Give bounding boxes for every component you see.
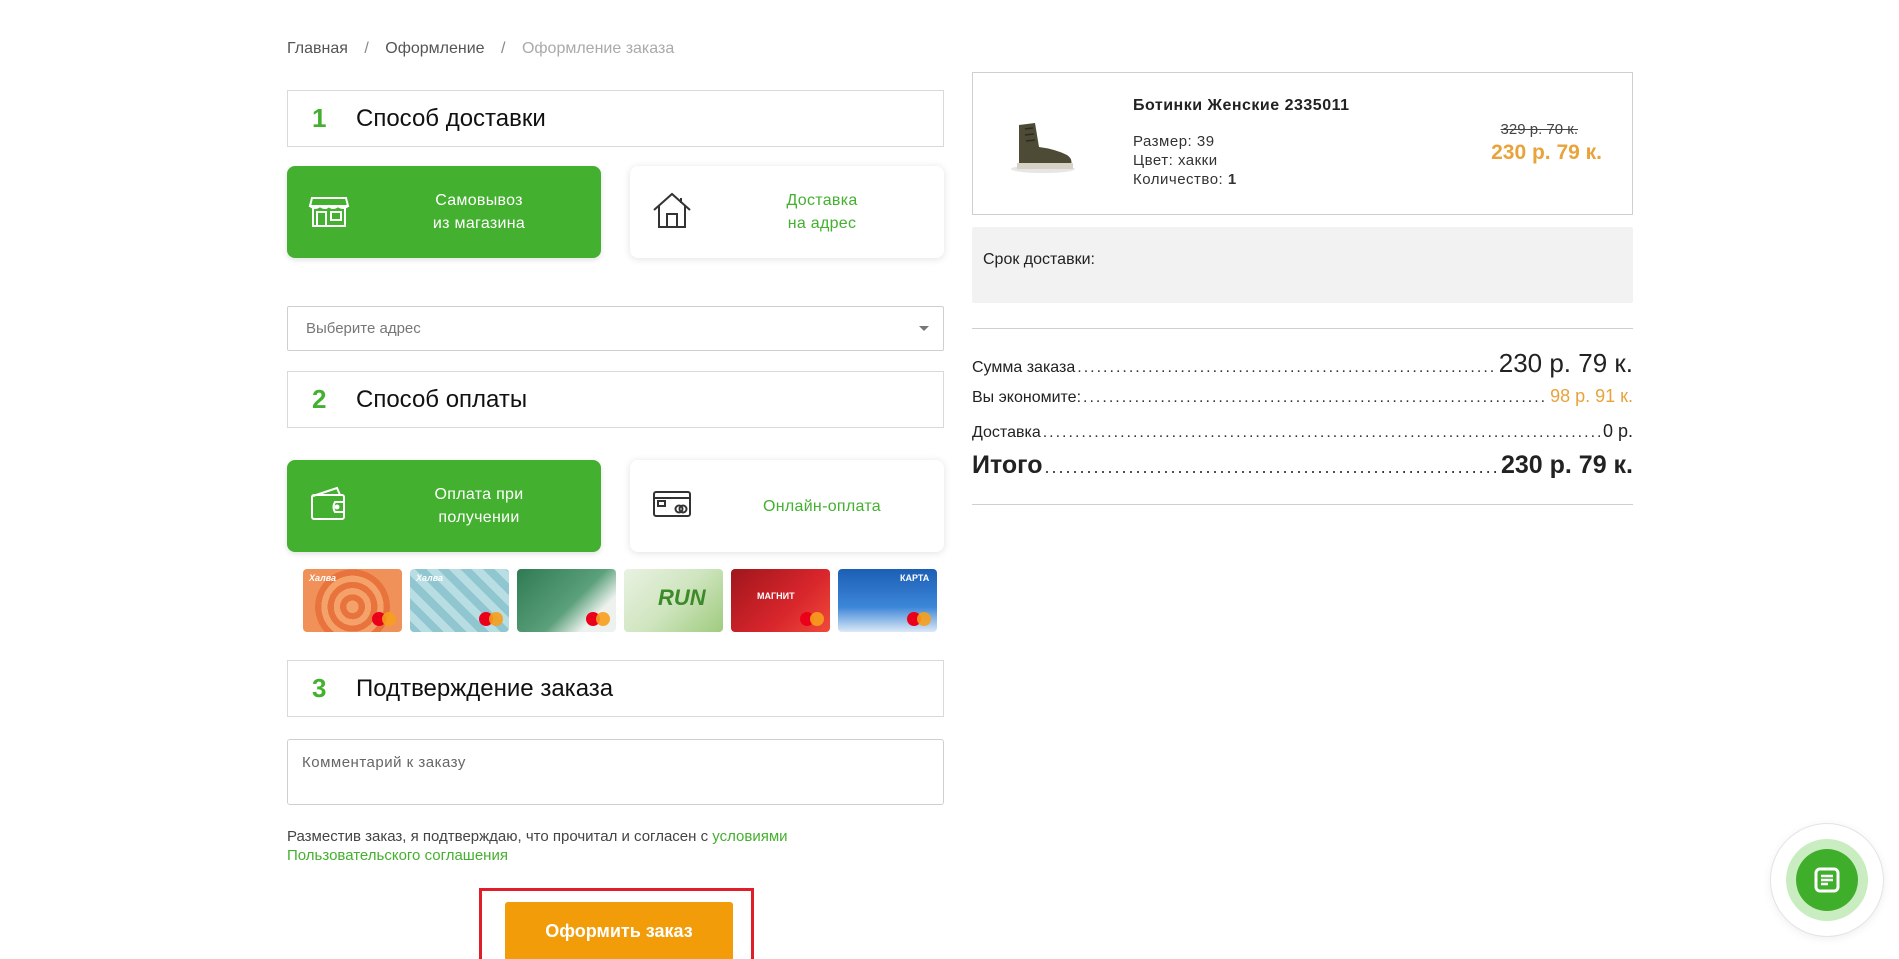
dot-leader: ........................................…	[1044, 457, 1499, 477]
house-icon	[653, 192, 691, 228]
karta-pokupok-card: КАРТА	[838, 569, 937, 632]
pickup-option-button[interactable]: Самовывоз из магазина	[287, 166, 601, 258]
mastercard-logo-icon	[907, 612, 931, 626]
order-comment-textarea[interactable]: Комментарий к заказу	[287, 739, 944, 805]
total-row: Итого ..................................…	[972, 451, 1633, 480]
savings-value: 98 р. 91 к.	[1550, 386, 1633, 406]
breadcrumb-separator: /	[364, 40, 369, 57]
step-number: 1	[312, 103, 327, 133]
delivery-term-label: Срок доставки:	[983, 251, 1095, 268]
online-payment-option-button[interactable]: Онлайн-оплата	[630, 460, 944, 552]
new-price: 230 р. 79 к.	[1491, 141, 1602, 164]
dot-leader: ........................................…	[1042, 424, 1601, 441]
delivery-term-box: Срок доставки:	[972, 227, 1633, 303]
mastercard-logo-icon	[479, 612, 503, 626]
dot-leader: ........................................…	[1083, 389, 1549, 406]
breadcrumb: Главная / Оформление / Оформление заказа	[287, 40, 674, 58]
product-size: Размер: 39	[1133, 133, 1215, 150]
pickup-label-line2: из магазина	[432, 215, 526, 232]
savings-label: Вы экономите:	[972, 389, 1082, 406]
quantity-label: Количество:	[1133, 171, 1228, 188]
dot-leader: ........................................…	[1077, 359, 1497, 376]
address-delivery-option-button[interactable]: Доставка на адрес	[630, 166, 944, 258]
address-select-placeholder: Выберите адрес	[306, 320, 421, 337]
step-number: 2	[312, 384, 327, 414]
product-quantity: Количество: 1	[1133, 171, 1237, 188]
step-number: 3	[312, 673, 327, 703]
pay-on-receipt-label: Оплата при получении	[367, 483, 591, 529]
chevron-down-icon	[919, 326, 929, 331]
total-label: Итого	[972, 451, 1043, 479]
mastercard-logo-icon	[586, 612, 610, 626]
card-brand-text: Халва	[416, 573, 444, 583]
order-sum-value: 230 р. 79 к.	[1498, 348, 1633, 378]
wallet-icon	[311, 486, 345, 520]
terms-text: Разместив заказ, я подтверждаю, что проч…	[287, 828, 713, 845]
card-brand-text: КАРТА	[900, 573, 930, 583]
order-confirmation-header: 3 Подтверждение заказа	[287, 660, 944, 717]
breadcrumb-current: Оформление заказа	[521, 40, 675, 57]
pay-on-receipt-line2: получении	[438, 509, 520, 526]
bank-card-icon	[653, 491, 691, 517]
comment-placeholder: Комментарий к заказу	[302, 754, 466, 771]
halva-blue-card: Халва	[410, 569, 509, 632]
address-delivery-label: Доставка на адрес	[710, 189, 934, 235]
magnit-card: МАГНИТ	[731, 569, 830, 632]
place-order-button[interactable]: Оформить заказ	[505, 902, 733, 959]
payment-method-header: 2 Способ оплаты	[287, 371, 944, 428]
payment-cards-row: Халва Халва RUN МАГНИТ КАРТА	[303, 569, 937, 632]
order-sum-label: Сумма заказа	[972, 359, 1076, 376]
product-summary-card: Ботинки Женские 2335011 Размер: 39 Цвет:…	[972, 72, 1633, 215]
address-label-line2: на адрес	[787, 215, 857, 232]
divider	[972, 504, 1633, 505]
savings-row: Вы экономите: ..........................…	[972, 386, 1633, 407]
boot-image	[1011, 123, 1075, 173]
terms-notice: Разместив заказ, я подтверждаю, что проч…	[287, 827, 847, 865]
section-title: Подтверждение заказа	[356, 674, 614, 702]
delivery-cost-label: Доставка	[972, 424, 1041, 441]
terms-link[interactable]: условиями	[712, 828, 787, 845]
store-icon	[308, 197, 350, 227]
quantity-value: 1	[1227, 171, 1237, 188]
delivery-method-header: 1 Способ доставки	[287, 90, 944, 147]
total-value: 230 р. 79 к.	[1500, 451, 1633, 479]
section-title: Способ доставки	[356, 104, 546, 132]
pay-on-receipt-option-button[interactable]: Оплата при получении	[287, 460, 601, 552]
card-brand-text: RUN	[658, 585, 706, 610]
card-brand-text: Халва	[309, 573, 337, 583]
breadcrumb-checkout[interactable]: Оформление	[385, 40, 484, 58]
mastercard-logo-icon	[800, 612, 824, 626]
chat-icon	[1814, 867, 1840, 893]
bps-sberbank-run-card: RUN	[624, 569, 723, 632]
pay-on-receipt-line1: Оплата при	[434, 486, 524, 503]
order-sum-row: Сумма заказа ...........................…	[972, 348, 1633, 379]
user-agreement-link[interactable]: Пользовательского соглашения	[287, 847, 508, 864]
pickup-label-line1: Самовывоз	[435, 192, 523, 209]
card-brand-text: МАГНИТ	[757, 591, 795, 601]
address-label-line1: Доставка	[786, 192, 858, 209]
product-color: Цвет: хакки	[1133, 152, 1218, 169]
halva-orange-card: Халва	[303, 569, 402, 632]
mastercard-logo-icon	[372, 612, 396, 626]
breadcrumb-separator: /	[501, 40, 506, 57]
chat-widget-core	[1796, 849, 1858, 911]
priorbank-card	[517, 569, 616, 632]
product-name: Ботинки Женские 2335011	[1133, 97, 1350, 114]
old-price: 329 р. 70 к.	[1500, 121, 1578, 138]
address-select[interactable]: Выберите адрес	[287, 306, 944, 351]
breadcrumb-home[interactable]: Главная	[287, 40, 348, 58]
chat-widget-button[interactable]	[1771, 824, 1883, 936]
delivery-cost-row: Доставка ...............................…	[972, 421, 1633, 442]
divider	[972, 328, 1633, 329]
delivery-cost-value: 0 р.	[1602, 421, 1633, 441]
section-title: Способ оплаты	[356, 385, 528, 413]
online-payment-label: Онлайн-оплата	[762, 497, 881, 515]
pickup-option-label: Самовывоз из магазина	[367, 189, 591, 235]
